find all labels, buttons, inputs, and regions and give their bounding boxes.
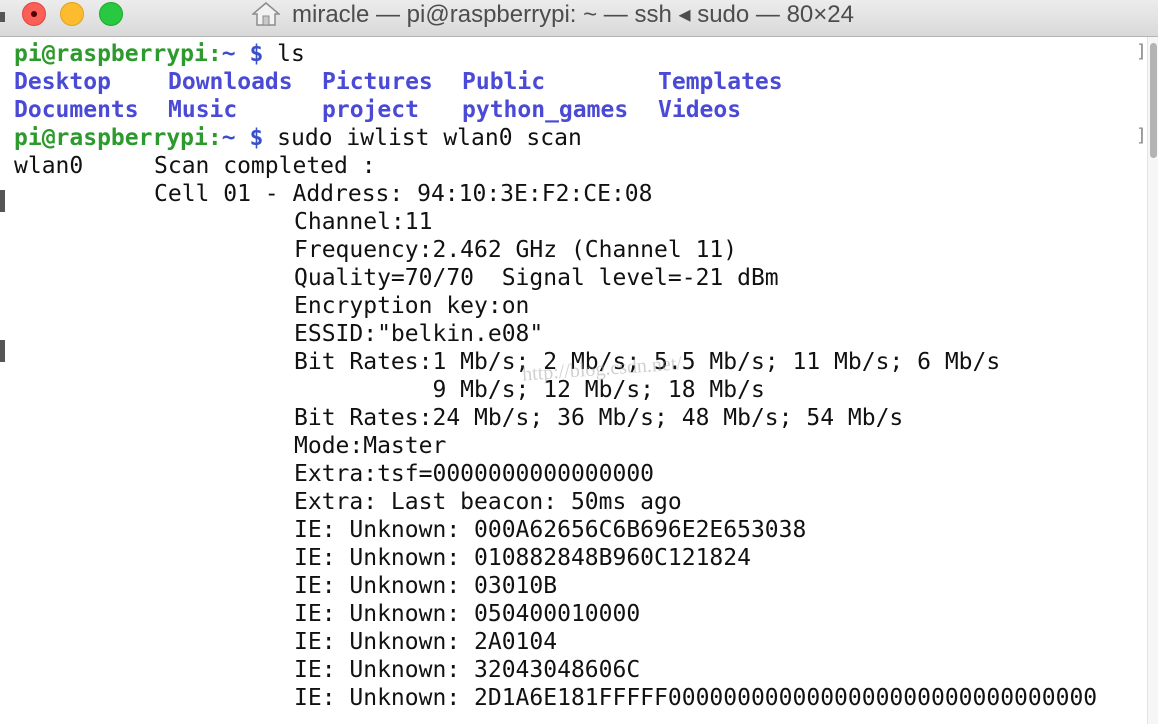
prompt-line-iwlist: pi@raspberrypi:~ $ sudo iwlist wlan0 sca… [14, 124, 582, 152]
prompt-user-host: pi@raspberrypi [14, 125, 208, 151]
command-text: sudo iwlist wlan0 scan [277, 125, 582, 151]
interface-name: wlan0 [14, 153, 84, 179]
edge-mark [0, 190, 5, 212]
scrollbar-thumb[interactable] [1150, 43, 1157, 158]
line-marker: ] [1136, 41, 1147, 62]
command-text: ls [277, 41, 305, 67]
vertical-scrollbar[interactable] [1147, 37, 1158, 724]
scan-detail-line: Bit Rates:24 Mb/s; 36 Mb/s; 48 Mb/s; 54 … [294, 405, 904, 431]
scan-detail-line: Quality=70/70 Signal level=-21 dBm [294, 265, 779, 291]
scan-detail-line: Channel:11 [294, 209, 433, 235]
scan-detail-line: Encryption key:on [294, 293, 530, 319]
prompt-path: ~ [221, 125, 236, 151]
dir-entry: Templates [658, 69, 783, 95]
scan-detail-line: Extra: Last beacon: 50ms ago [294, 489, 682, 515]
scan-detail-line: IE: Unknown: 010882848B960C121824 [294, 545, 751, 571]
prompt-user-host: pi@raspberrypi [14, 41, 208, 67]
terminal-window: miracle — pi@raspberrypi: ~ — ssh ◂ sudo… [0, 0, 1158, 724]
prompt-separator: : [207, 41, 222, 67]
prompt-symbol: $ [249, 125, 264, 151]
scan-status: Scan completed : [154, 153, 376, 179]
scan-detail-line: IE: Unknown: 2D1A6E181FFFFF0000000000000… [294, 685, 1098, 711]
dir-entry: Desktop [14, 69, 111, 95]
prompt-symbol: $ [249, 41, 264, 67]
prompt-path: ~ [221, 41, 236, 67]
scan-detail-line: IE: Unknown: 000A62656C6B696E2E653038 [294, 517, 807, 543]
dir-entry: python_games [462, 97, 629, 123]
dir-entry: Videos [658, 97, 742, 123]
dir-entry: Public [462, 69, 546, 95]
ls-output-row: Documents Music project python_games Videos [14, 96, 741, 124]
window-title-group: miracle — pi@raspberrypi: ~ — ssh ◂ sudo… [252, 0, 854, 28]
ls-output-row: Desktop Downloads Pictures Public Templates [14, 68, 783, 96]
scan-detail-line: ESSID:"belkin.e08" [294, 321, 544, 347]
scan-detail-line: Frequency:2.462 GHz (Channel 11) [294, 237, 738, 263]
scan-detail-line: Extra:tsf=0000000000000000 [294, 461, 655, 487]
dir-entry: Documents [14, 97, 139, 123]
dir-entry: Downloads [168, 69, 293, 95]
window-title: miracle — pi@raspberrypi: ~ — ssh ◂ sudo… [292, 0, 854, 28]
cell-address: Cell 01 - Address: 94:10:3E:F2:CE:08 [154, 181, 653, 207]
minimize-button[interactable] [60, 2, 84, 26]
dir-entry: Music [168, 97, 238, 123]
close-button[interactable] [22, 2, 46, 26]
edge-mark [0, 12, 5, 22]
scan-status-line: wlan0 Scan completed : [14, 152, 376, 180]
dir-entry: project [322, 97, 419, 123]
scan-detail-line: IE: Unknown: 32043048606C [294, 657, 641, 683]
edge-mark [0, 340, 5, 362]
prompt-separator: : [207, 125, 222, 151]
dir-entry: Pictures [322, 69, 433, 95]
zoom-button[interactable] [99, 2, 123, 26]
home-icon [252, 2, 280, 26]
scan-detail-line: IE: Unknown: 2A0104 [294, 629, 558, 655]
title-bar[interactable]: miracle — pi@raspberrypi: ~ — ssh ◂ sudo… [0, 0, 1158, 37]
scan-detail-line: IE: Unknown: 050400010000 [294, 601, 641, 627]
scan-detail-line: IE: Unknown: 03010B [294, 573, 558, 599]
scan-detail-line: Mode:Master [294, 433, 447, 459]
line-marker: ] [1136, 125, 1147, 146]
prompt-line-ls: pi@raspberrypi:~ $ ls [14, 40, 305, 68]
